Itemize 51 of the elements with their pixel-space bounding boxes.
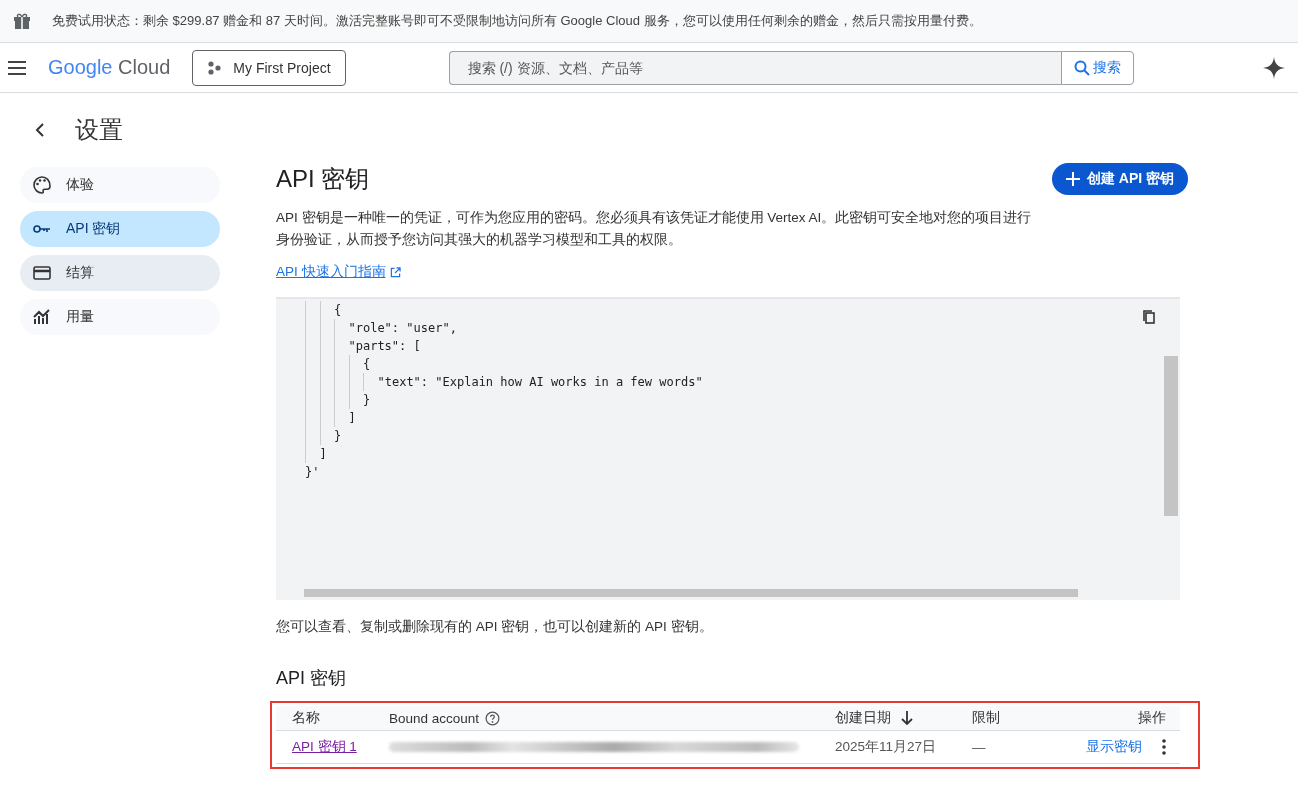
quickstart-link[interactable]: API 快速入门指南 <box>276 263 386 281</box>
keys-heading: API 密钥 <box>276 667 347 690</box>
manage-text: 您可以查看、复制或删除现有的 API 密钥，也可以创建新的 API 密钥。 <box>276 618 714 636</box>
trial-status-text: 免费试用状态：剩余 $299.87 赠金和 87 天时间。激活完整账号即可不受限制地访问所有 Google Cloud 服务，您可以使用任何剩余的赠金，然后只需按用量付费。 <box>52 12 982 30</box>
column-header[interactable]: 创建日期 <box>835 709 891 727</box>
search-field[interactable]: 搜索 (/) 资源、文档、产品等 <box>448 50 1061 85</box>
code-line: ] <box>319 447 327 461</box>
column-header: 限制 <box>972 709 1001 727</box>
column-header: 名称 <box>292 709 321 727</box>
credit-card-icon <box>32 263 52 283</box>
description-text: API 密钥是一种唯一的凭证，可作为您应用的密码。您必须具有该凭证才能使用 Vertex AI。此密钥可安全地对您的项目进行身份验证，从而授予您访问其强大的机器学习模型和工具的权限。 <box>276 209 1033 249</box>
palette-icon <box>32 175 52 195</box>
code-line: }' <box>305 465 320 479</box>
menu-icon[interactable] <box>8 60 26 75</box>
code-line: ] <box>348 411 356 425</box>
show-key-link[interactable]: 显示密钥 <box>1086 738 1142 756</box>
code-line: "parts": [ <box>348 339 421 353</box>
search-button[interactable]: 搜索 <box>1060 50 1134 85</box>
google-cloud-logo[interactable]: Google Cloud <box>48 56 171 79</box>
sidebar-item[interactable]: 用量 <box>20 299 220 335</box>
column-header: 操作 <box>1137 709 1167 727</box>
external-link-icon <box>389 266 401 278</box>
sidebar-item[interactable]: 结算 <box>20 255 220 291</box>
code-line: } <box>363 393 371 407</box>
table-cell-text: — <box>972 739 987 755</box>
dots-icon <box>207 60 222 75</box>
chart-icon <box>32 307 52 327</box>
help-icon[interactable] <box>485 710 501 726</box>
column-header: Bound account <box>389 710 480 726</box>
key-name-link[interactable]: API 密钥 1 <box>292 739 357 754</box>
plus-icon <box>1065 172 1080 186</box>
code-line: } <box>334 429 342 443</box>
copy-icon[interactable] <box>1142 309 1156 325</box>
code-line: "text": "Explain how AI works in a few words" <box>377 375 703 389</box>
gift-icon <box>12 11 32 31</box>
page-title: 设置 <box>75 115 123 145</box>
project-picker[interactable]: My First Project <box>192 49 346 86</box>
section-title: API 密钥 <box>276 164 370 194</box>
horizontal-scrollbar[interactable] <box>304 589 1078 597</box>
back-icon[interactable] <box>35 122 45 138</box>
search-icon <box>1073 59 1090 76</box>
vertical-scrollbar[interactable] <box>1164 356 1178 516</box>
create-key-button[interactable]: 创建 API 密钥 <box>1051 163 1188 195</box>
sidebar-item[interactable]: 体验 <box>20 167 220 203</box>
code-line: "role": "user", <box>348 321 457 335</box>
more-icon[interactable] <box>1162 739 1166 755</box>
sort-arrow-icon[interactable] <box>901 711 913 725</box>
table-cell-text: 2025年11月27日 <box>835 738 938 756</box>
code-line: { <box>363 357 371 371</box>
sidebar-item[interactable]: API 密钥 <box>20 211 220 247</box>
code-line: { <box>334 303 342 317</box>
